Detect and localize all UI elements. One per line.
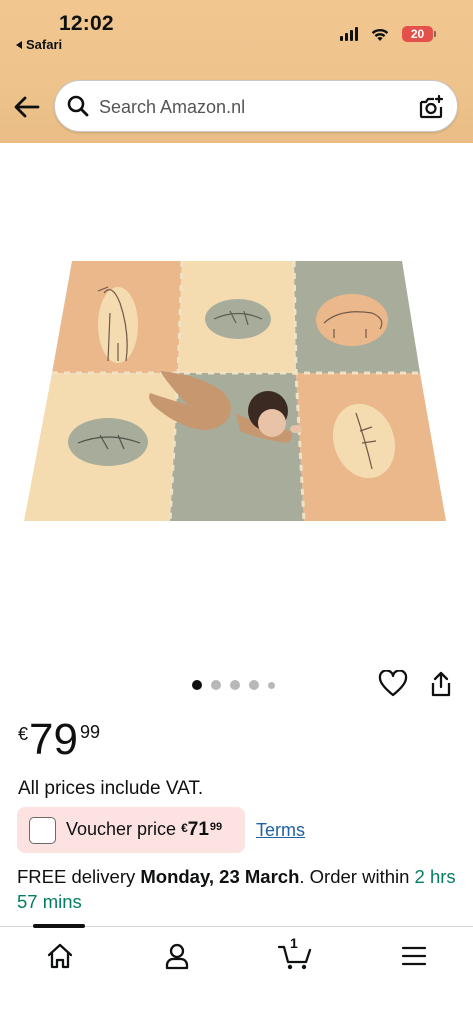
back-to-app-link[interactable]: Safari [16, 37, 62, 52]
battery-icon: 20 [402, 26, 436, 42]
share-icon[interactable] [428, 670, 454, 698]
delivery-prefix: FREE delivery [17, 866, 141, 887]
cart-button[interactable]: 1 [277, 935, 313, 971]
price-currency: € [18, 724, 29, 744]
voucher-checkbox[interactable] [29, 816, 56, 844]
voucher-fraction: 99 [209, 821, 223, 833]
product-price: € 79 99 [18, 716, 100, 764]
search-bar[interactable] [54, 80, 458, 132]
account-icon[interactable] [162, 941, 192, 971]
image-carousel-dots[interactable] [192, 680, 275, 690]
voucher-terms-link[interactable]: Terms [256, 820, 305, 841]
search-icon [67, 95, 89, 117]
active-tab-indicator [33, 924, 85, 928]
voucher-box: Voucher price € 71 99 [17, 807, 245, 853]
carousel-dot[interactable] [249, 680, 259, 690]
product-image[interactable] [0, 143, 473, 663]
voucher-text: Voucher price € 71 99 [66, 819, 222, 841]
carousel-dot[interactable] [192, 680, 202, 690]
home-icon[interactable] [45, 941, 75, 971]
bottom-nav: 1 [0, 924, 473, 1024]
price-whole: 79 [29, 715, 78, 764]
voucher-whole: 71 [187, 819, 209, 840]
price-fraction: 99 [79, 722, 100, 742]
search-input[interactable] [99, 91, 399, 123]
voucher-currency: € [181, 821, 188, 835]
vat-note: All prices include VAT. [18, 778, 204, 799]
delivery-middle: . Order within [299, 866, 415, 887]
play-mat-illustration [24, 260, 446, 522]
back-arrow-icon[interactable] [12, 93, 42, 121]
back-triangle-icon [16, 40, 22, 49]
cart-count: 1 [290, 935, 298, 951]
wifi-icon [371, 28, 389, 41]
voucher-price: € 71 99 [181, 819, 222, 841]
status-icons: 20 [340, 26, 436, 42]
heart-icon[interactable] [378, 670, 408, 698]
carousel-dot[interactable] [230, 680, 240, 690]
menu-icon[interactable] [399, 941, 429, 971]
camera-search-icon[interactable] [417, 93, 445, 121]
voucher-label: Voucher price [66, 819, 177, 839]
carousel-dot[interactable] [211, 680, 221, 690]
delivery-info: FREE delivery Monday, 23 March. Order wi… [17, 864, 457, 914]
back-app-label: Safari [26, 37, 63, 52]
status-time: 12:02 [59, 12, 114, 35]
signal-icon [340, 27, 358, 41]
carousel-dot[interactable] [268, 681, 275, 689]
delivery-date: Monday, 23 March [140, 866, 300, 887]
header-bar: 12:02 Safari 20 [0, 0, 473, 143]
